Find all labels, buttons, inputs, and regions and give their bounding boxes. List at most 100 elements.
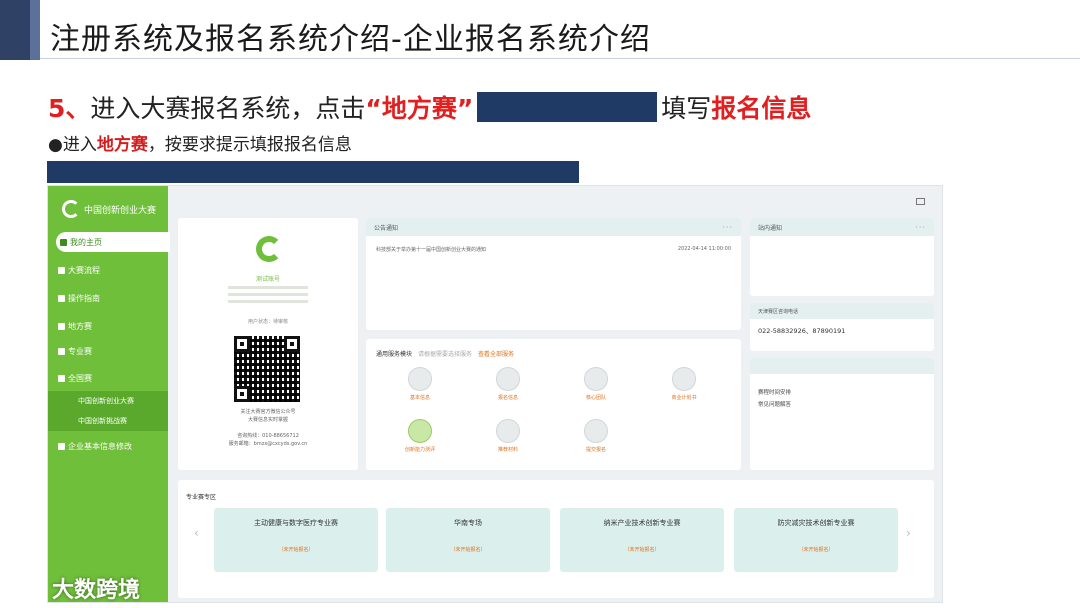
zone-title: 专业赛专区	[186, 494, 217, 501]
track-state: （未开始报名）	[278, 547, 314, 553]
bullet-instruction: ●进入地方赛，按要求提示填报报名信息	[48, 130, 352, 155]
document-icon	[58, 442, 65, 450]
assessment-icon	[408, 419, 432, 443]
profile-info-line	[228, 293, 308, 296]
step-number: 5、	[48, 94, 91, 123]
track-card-disaster[interactable]: 防灾减灾技术创新专业赛 （未开始报名）	[734, 508, 898, 572]
sidebar-item-national-contest[interactable]: 全国赛	[54, 368, 168, 388]
title-divider	[40, 58, 1080, 59]
track-card-south-china[interactable]: 华南专场 （未开始报名）	[386, 508, 550, 572]
track-state: （未开始报名）	[450, 547, 486, 553]
sidebar-subitem-label: 中国创新挑战赛	[78, 417, 127, 425]
qr-finder	[234, 336, 250, 352]
account-status: 用户状态：待审核	[247, 319, 288, 325]
qr-finder	[284, 336, 300, 352]
site-notice-header: 站内通知 ···	[750, 218, 934, 236]
chevron-left-icon[interactable]: ‹	[194, 526, 199, 540]
ribbon-icon	[58, 347, 65, 355]
logout-icon[interactable]	[916, 198, 925, 205]
tool-label: 核心团队	[585, 395, 606, 401]
contact-title: 天津赛区咨询电话	[750, 303, 934, 319]
contest-logo: 中国创新创业大赛	[62, 196, 162, 222]
sidebar-item-guide[interactable]: 操作指南	[54, 288, 168, 308]
view-all-services-link[interactable]: 查看全部服务	[478, 349, 514, 358]
service-modules-card: 通用服务模块 请根据需要选择服务 查看全部服务 基本信息 报名信息 核心团队 商…	[366, 339, 741, 470]
qr-caption: 大赛信息实时掌握	[247, 417, 288, 423]
step-highlight-registration-info: 报名信息	[711, 94, 812, 123]
home-icon	[60, 238, 67, 246]
tool-label: 报名信息	[497, 395, 518, 401]
track-card-nano[interactable]: 纳米产业技术创新专业赛 （未开始报名）	[560, 508, 724, 572]
tool-label: 基本信息	[409, 395, 430, 401]
step-text-2: 填写	[661, 94, 712, 123]
star-icon	[58, 294, 65, 302]
quick-links-card: 赛程时间安排 常见问题解答	[750, 358, 934, 470]
document-icon	[408, 367, 432, 391]
plan-icon	[672, 367, 696, 391]
service-modules-header: 通用服务模块 请根据需要选择服务 查看全部服务	[376, 349, 514, 358]
step-highlight-local-contest: “地方赛”	[365, 94, 474, 123]
tool-label: 商业计划书	[671, 395, 697, 401]
tool-submit-registration[interactable]: 提交报名	[576, 419, 616, 453]
embedded-app-screenshot: 中国创新创业大赛 我的主页 大赛流程 操作指南 地方赛 专业赛 全国赛 中国创新…	[47, 185, 943, 603]
more-icon[interactable]: ···	[915, 223, 926, 232]
account-name: 测试账号	[255, 276, 280, 283]
sidebar-item-process[interactable]: 大赛流程	[54, 260, 168, 280]
sidebar-item-home[interactable]: 我的主页	[56, 232, 170, 252]
site-notice-title: 站内通知	[758, 224, 783, 232]
link-faq[interactable]: 常见问题解答	[750, 398, 934, 410]
track-card-health[interactable]: 主动健康与数字医疗专业赛 （未开始报名）	[214, 508, 378, 572]
quick-links-header	[750, 358, 934, 374]
track-name: 纳米产业技术创新专业赛	[603, 519, 681, 527]
site-notice-card: 站内通知 ···	[750, 218, 934, 296]
bullet-suffix: ，按要求提示填报报名信息	[147, 135, 352, 155]
tool-registration-info[interactable]: 报名信息	[488, 367, 528, 401]
sidebar-item-label: 地方赛	[68, 321, 92, 331]
tool-label: 提交报名	[585, 447, 606, 453]
form-icon	[496, 367, 520, 391]
chevron-right-icon[interactable]: ›	[906, 526, 911, 540]
more-icon[interactable]: ···	[722, 223, 733, 232]
trophy-icon	[58, 374, 65, 382]
track-state: （未开始报名）	[798, 547, 834, 553]
logo-icon	[62, 200, 80, 218]
submit-icon	[584, 419, 608, 443]
watermark-text: 大数跨境	[52, 578, 141, 603]
service-modules-title: 通用服务模块	[376, 351, 413, 358]
notice-card: 公告通知 ··· 科技部关于举办第十一届中国创新创业大赛的通知 2022-04-…	[366, 218, 741, 330]
sidebar-item-label: 企业基本信息修改	[68, 441, 132, 451]
tool-business-plan[interactable]: 商业计划书	[664, 367, 704, 401]
sidebar-subitem-label: 中国创新创业大赛	[78, 397, 134, 405]
profile-info-line	[228, 286, 308, 289]
service-email[interactable]: 服务邮箱：bmzx@cxcyds.gov.cn	[178, 440, 358, 447]
notice-item-date: 2022-04-14 11:00:00	[677, 246, 731, 252]
logo-text: 中国创新创业大赛	[84, 205, 157, 216]
tool-label: 创新能力测评	[404, 447, 435, 453]
flow-icon	[58, 266, 65, 274]
sidebar-item-label: 操作指南	[68, 293, 100, 303]
track-state: （未开始报名）	[624, 547, 660, 553]
sidebar-subitem-innovation-contest[interactable]: 中国创新创业大赛	[48, 391, 168, 411]
avatar	[256, 236, 282, 262]
sidebar-item-company-info[interactable]: 企业基本信息修改	[54, 436, 168, 456]
notice-item[interactable]: 科技部关于举办第十一届中国创新创业大赛的通知 2022-04-14 11:00:…	[376, 246, 731, 253]
sidebar-item-local-contest[interactable]: 地方赛	[54, 316, 168, 336]
sidebar-item-label: 全国赛	[68, 373, 92, 383]
step-text-1: 进入大赛报名系统，点击	[90, 94, 366, 123]
sidebar-item-professional-contest[interactable]: 专业赛	[54, 341, 168, 361]
tool-innovation-assessment[interactable]: 创新能力测评	[400, 419, 440, 453]
link-schedule[interactable]: 赛程时间安排	[750, 386, 934, 398]
track-name: 防灾减灾技术创新专业赛	[777, 519, 855, 527]
tool-recommendation[interactable]: 推荐材料	[488, 419, 528, 453]
sidebar-subitem-challenge-contest[interactable]: 中国创新挑战赛	[48, 411, 168, 431]
step-instruction: 5、 进入大赛报名系统，点击 “地方赛” 填写 报名信息	[48, 88, 811, 126]
tool-basic-info[interactable]: 基本信息	[400, 367, 440, 401]
bullet-highlight: 地方赛	[96, 135, 148, 155]
tool-label: 推荐材料	[497, 447, 518, 453]
watermark-logo-icon	[6, 578, 46, 598]
qr-finder	[234, 386, 250, 402]
trophy-icon	[58, 322, 65, 330]
service-modules-subtitle: 请根据需要选择服务	[418, 351, 473, 358]
profile-info-line	[228, 300, 308, 303]
tool-core-team[interactable]: 核心团队	[576, 367, 616, 401]
